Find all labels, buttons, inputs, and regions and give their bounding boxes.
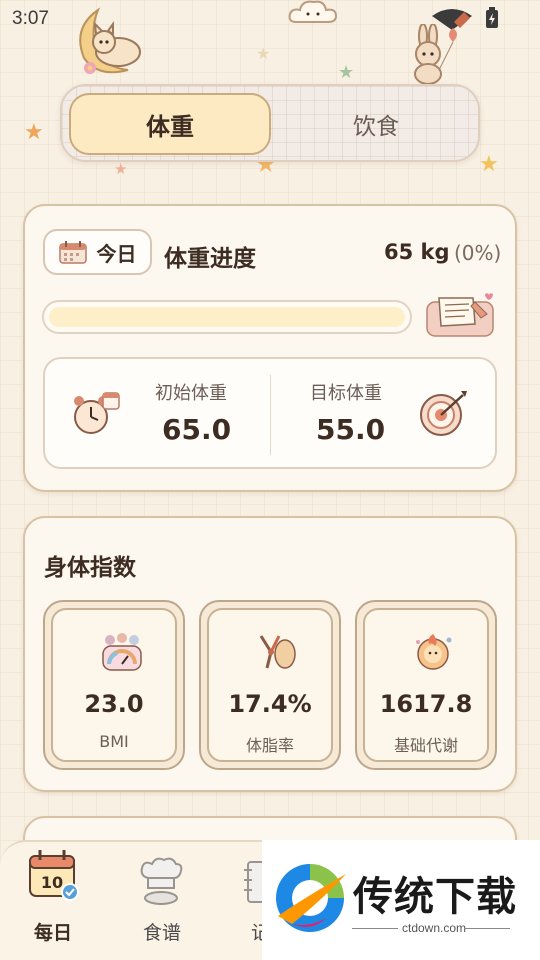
bmi-label: BMI	[99, 732, 129, 751]
bmr-value: 1617.8	[379, 690, 473, 718]
bunny-balloon-decoration	[414, 24, 457, 85]
cloud-decoration	[288, 0, 338, 23]
notebook-nav-icon	[244, 861, 265, 903]
target-weight-value: 55.0	[316, 413, 386, 446]
tab-weight[interactable]: 体重	[69, 93, 271, 155]
watermark-site: ctdown.com	[402, 921, 467, 935]
progress-bar	[42, 300, 412, 334]
alarm-clock-icon	[74, 392, 120, 434]
nav-daily-label[interactable]: 每日	[34, 918, 72, 945]
notebook-icon[interactable]	[425, 292, 497, 338]
current-weight: 65 kg	[384, 240, 450, 264]
target-weight-label: 目标体重	[310, 383, 382, 404]
body-fat-value: 17.4%	[228, 690, 312, 718]
today-button[interactable]: 今日	[43, 229, 152, 275]
star-icon: ★	[479, 152, 499, 177]
watermark-line-left	[352, 928, 398, 929]
moon-cat-decoration	[79, 7, 141, 74]
today-label: 今日	[96, 241, 137, 266]
gear-flame-icon	[416, 634, 452, 670]
nav-item-record[interactable]	[244, 860, 265, 908]
chef-hat-icon	[140, 857, 183, 905]
star-icon: ★	[338, 62, 355, 83]
bmr-card[interactable]: 1617.8 基础代谢	[355, 600, 497, 770]
nav-recipes-label[interactable]: 食谱	[143, 918, 181, 945]
star-icon: ★	[256, 44, 271, 63]
battery-icon	[486, 7, 498, 28]
body-index-title: 身体指数	[44, 555, 136, 581]
initial-weight-label: 初始体重	[155, 383, 227, 404]
nav-item-daily[interactable]: 10	[24, 846, 84, 906]
initial-weight-value: 65.0	[162, 413, 232, 446]
watermark-brand: 传统下载	[353, 875, 517, 919]
tab-diet[interactable]: 饮食	[277, 93, 475, 155]
body-fat-label: 体脂率	[245, 736, 294, 755]
star-icon: ★	[114, 160, 128, 178]
progress-percent: (0%)	[454, 241, 502, 265]
calendar-icon	[58, 241, 87, 264]
status-time: 3:07	[12, 8, 49, 29]
bmr-label: 基础代谢	[393, 736, 458, 755]
view-switch: 体重 饮食	[60, 84, 480, 162]
watermark-line-right	[464, 928, 510, 929]
weight-stats-box: 初始体重 65.0 目标体重 55.0	[43, 357, 497, 469]
watermark-logo	[276, 864, 346, 932]
bmi-chart-icon	[102, 633, 142, 671]
bmi-card[interactable]: 23.0 BMI	[43, 600, 185, 770]
body-fat-card[interactable]: 17.4% 体脂率	[199, 600, 341, 770]
calendar-daily-icon: 10	[29, 850, 79, 901]
stats-divider	[270, 375, 271, 455]
progress-track	[49, 307, 405, 327]
bmi-value: 23.0	[84, 690, 144, 718]
star-icon: ★	[24, 120, 44, 145]
nav-daily-badge: 10	[41, 873, 63, 892]
nav-item-recipes[interactable]	[136, 856, 186, 910]
progress-title: 体重进度	[164, 246, 256, 272]
target-icon	[420, 391, 467, 436]
caliper-icon	[259, 635, 296, 669]
